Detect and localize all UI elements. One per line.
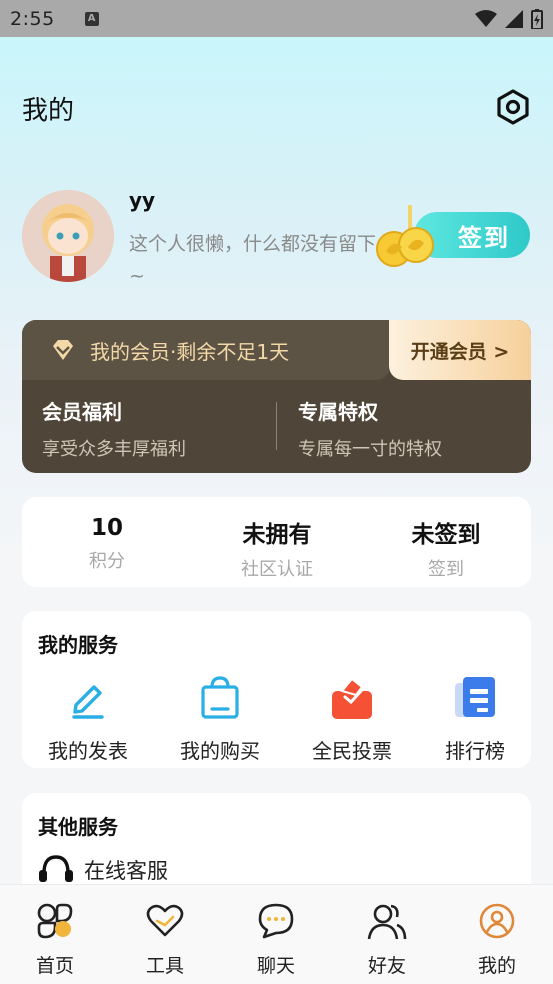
stat-checkin[interactable]: 未签到 签到 bbox=[361, 515, 531, 581]
status-bar: 2:55 A bbox=[0, 0, 553, 37]
header-background bbox=[0, 37, 553, 557]
bottom-tab-bar: 首页 工具 聊天 好友 我的 bbox=[0, 884, 553, 984]
headset-icon bbox=[39, 855, 73, 882]
vip-status-bar: 我的会员·剩余不足1天 bbox=[22, 320, 390, 380]
vip-divider bbox=[276, 402, 277, 450]
vip-benefit-title: 会员福利 bbox=[42, 400, 122, 424]
gold-coins-icon bbox=[376, 205, 434, 267]
stat-value: 未签到 bbox=[411, 522, 481, 548]
stats-card: 10 积分 未拥有 社区认证 未签到 签到 bbox=[22, 497, 531, 587]
notification-icon: A bbox=[84, 11, 99, 26]
avatar[interactable] bbox=[22, 190, 114, 282]
checkin-label: 签到 bbox=[458, 223, 510, 252]
other-services-title: 其他服务 bbox=[38, 815, 118, 839]
my-services-card: 我的服务 我的发表 我的购买 全民投票 排行榜 bbox=[22, 611, 531, 768]
stat-certification[interactable]: 未拥有 社区认证 bbox=[192, 515, 362, 581]
stat-label: 签到 bbox=[428, 559, 464, 580]
heart-icon bbox=[146, 904, 184, 937]
vip-diamond-icon bbox=[53, 340, 73, 360]
online-service-label: 在线客服 bbox=[84, 859, 168, 883]
service-label: 排行榜 bbox=[445, 739, 505, 763]
service-my-posts[interactable]: 我的发表 bbox=[28, 673, 148, 764]
service-my-purchases[interactable]: 我的购买 bbox=[160, 673, 280, 764]
page-title: 我的 bbox=[22, 96, 75, 126]
username: yy bbox=[129, 188, 156, 212]
profile-icon bbox=[479, 903, 515, 939]
vip-benefits[interactable]: 会员福利 享受众多丰厚福利 bbox=[42, 396, 186, 461]
friends-icon bbox=[367, 904, 407, 940]
vip-benefit-sub: 享受众多丰厚福利 bbox=[42, 439, 186, 460]
service-ranking[interactable]: 排行榜 bbox=[415, 673, 535, 764]
stat-points[interactable]: 10 积分 bbox=[22, 515, 192, 573]
ranking-icon bbox=[455, 677, 495, 717]
service-label: 我的发表 bbox=[48, 739, 128, 763]
my-services-title: 我的服务 bbox=[38, 633, 118, 657]
tab-label: 首页 bbox=[35, 955, 74, 977]
wifi-icon bbox=[475, 9, 497, 27]
status-time: 2:55 bbox=[10, 7, 55, 30]
user-bio: 这个人很懒，什么都没有留下~ bbox=[129, 233, 377, 287]
vip-privilege-title: 专属特权 bbox=[298, 400, 378, 424]
avatar-image bbox=[22, 190, 114, 282]
service-label: 我的购买 bbox=[180, 739, 260, 763]
pen-icon bbox=[72, 685, 104, 719]
open-vip-button[interactable]: 开通会员 > bbox=[389, 320, 531, 380]
vip-status-text: 我的会员·剩余不足1天 bbox=[90, 339, 290, 364]
service-vote[interactable]: 全民投票 bbox=[292, 673, 412, 764]
vip-card[interactable]: 我的会员·剩余不足1天 开通会员 > 会员福利 享受众多丰厚福利 专属特权 专属… bbox=[22, 320, 531, 473]
tab-mine[interactable]: 我的 bbox=[452, 901, 542, 978]
online-service-item[interactable]: 在线客服 bbox=[38, 853, 168, 887]
stat-value: 未拥有 bbox=[242, 522, 312, 548]
chat-bubble-icon bbox=[258, 903, 294, 939]
shopping-bag-icon bbox=[201, 676, 239, 719]
home-grid-icon bbox=[37, 903, 73, 939]
vip-privilege-sub: 专属每一寸的特权 bbox=[298, 439, 442, 460]
service-label: 全民投票 bbox=[312, 739, 392, 763]
tab-tools[interactable]: 工具 bbox=[120, 901, 210, 978]
battery-icon bbox=[531, 8, 543, 29]
stat-value: 10 bbox=[90, 515, 123, 541]
vote-box-icon bbox=[332, 677, 372, 719]
tab-label: 好友 bbox=[367, 955, 406, 977]
tab-chat[interactable]: 聊天 bbox=[231, 901, 321, 978]
tab-friends[interactable]: 好友 bbox=[342, 901, 432, 978]
tab-label: 我的 bbox=[477, 955, 516, 977]
settings-hex-icon[interactable] bbox=[495, 89, 531, 125]
signal-icon bbox=[505, 9, 523, 28]
tab-label: 工具 bbox=[145, 955, 184, 977]
stat-label: 社区认证 bbox=[241, 559, 313, 580]
vip-privileges[interactable]: 专属特权 专属每一寸的特权 bbox=[298, 396, 442, 461]
tab-label: 聊天 bbox=[256, 955, 295, 977]
stat-label: 积分 bbox=[89, 551, 125, 572]
tab-home[interactable]: 首页 bbox=[10, 901, 100, 978]
